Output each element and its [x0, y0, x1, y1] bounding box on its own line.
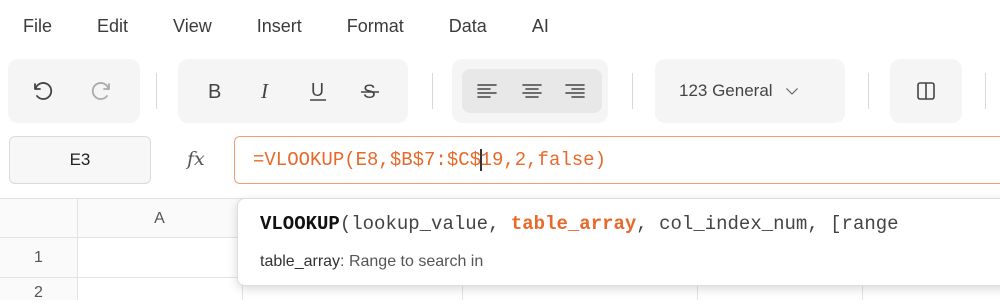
text-style-group: B I U S	[178, 59, 408, 123]
number-format-label: 123 General	[679, 81, 773, 100]
toolbar-divider	[432, 73, 433, 109]
row-header-1[interactable]: 1	[0, 238, 78, 278]
function-signature-tooltip: VLOOKUP(lookup_value, table_array, col_i…	[237, 198, 1000, 286]
menu-format[interactable]: Format	[347, 16, 404, 37]
align-right-icon[interactable]	[557, 73, 593, 109]
align-left-icon[interactable]	[469, 73, 505, 109]
param-description: table_array: Range to search in	[260, 253, 483, 271]
menu-data[interactable]: Data	[449, 16, 487, 37]
formula-bar: E3 fx =VLOOKUP(E8,$B$7:$C$ 19,2,false)	[0, 134, 1000, 192]
arg-separator: ,	[807, 213, 831, 235]
row-header-2[interactable]: 2	[0, 278, 78, 301]
layout-group	[890, 59, 962, 123]
arg-range-lookup: [range	[830, 213, 899, 235]
select-all-corner[interactable]	[0, 199, 78, 239]
formula-input[interactable]: =VLOOKUP(E8,$B$7:$C$ 19,2,false)	[234, 136, 1000, 184]
fx-label: fx	[187, 148, 205, 170]
menu-file[interactable]: File	[23, 16, 52, 37]
menu-bar: File Edit View Insert Format Data AI	[0, 0, 1000, 52]
underline-icon[interactable]: U	[300, 73, 336, 109]
svg-text:I: I	[260, 79, 269, 103]
toolbar: B I U S 123 General	[0, 52, 1000, 130]
align-group	[452, 59, 608, 123]
svg-text:B: B	[208, 81, 221, 103]
toolbar-divider	[156, 73, 157, 109]
column-header-a[interactable]: A	[78, 199, 242, 239]
param-desc-text: : Range to search in	[340, 253, 484, 270]
arg-separator: ,	[636, 213, 660, 235]
toolbar-divider	[632, 73, 633, 109]
function-name: VLOOKUP	[260, 213, 340, 235]
bold-icon[interactable]: B	[196, 73, 232, 109]
menu-view[interactable]: View	[173, 16, 212, 37]
number-format-dropdown[interactable]: 123 General	[655, 59, 845, 123]
param-name: table_array	[260, 253, 341, 270]
undo-icon[interactable]	[25, 73, 61, 109]
redo-icon[interactable]	[83, 73, 119, 109]
strikethrough-icon[interactable]: S	[352, 73, 388, 109]
arg-col-index-num: col_index_num	[659, 213, 808, 235]
menu-insert[interactable]: Insert	[257, 16, 302, 37]
chevron-down-icon	[785, 88, 798, 95]
history-group	[8, 59, 140, 123]
arg-table-array-active: table_array	[510, 213, 637, 235]
toolbar-divider	[985, 73, 986, 109]
menu-ai[interactable]: AI	[532, 16, 549, 37]
align-center-icon[interactable]	[514, 73, 550, 109]
arg-lookup-value: lookup_value	[351, 213, 489, 235]
toolbar-divider	[868, 73, 869, 109]
italic-icon[interactable]: I	[248, 73, 284, 109]
columns-icon[interactable]	[908, 73, 944, 109]
formula-text-after-caret: 19,2,false)	[480, 149, 606, 171]
svg-text:U: U	[311, 80, 324, 100]
name-box[interactable]: E3	[9, 136, 151, 184]
formula-text-before-caret: =VLOOKUP(E8,$B$7:$C$	[253, 149, 482, 171]
open-paren: (	[339, 213, 352, 235]
menu-edit[interactable]: Edit	[97, 16, 128, 37]
function-signature: VLOOKUP(lookup_value, table_array, col_i…	[260, 213, 899, 235]
arg-separator: ,	[488, 213, 511, 235]
